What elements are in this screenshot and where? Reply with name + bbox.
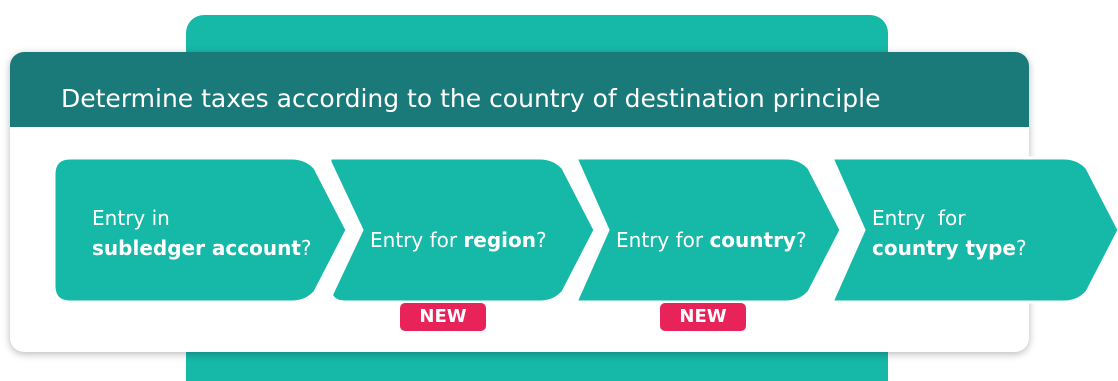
step-label-country: Entry for country? bbox=[616, 228, 807, 252]
step-keyword: region bbox=[463, 228, 537, 252]
step-label-region: Entry for region? bbox=[370, 228, 547, 252]
step-keyword: country type bbox=[872, 236, 1016, 260]
step-label-subledger-account: Entry in subledger account? bbox=[92, 206, 312, 260]
new-badge-country: NEW bbox=[660, 303, 746, 331]
step-keyword: country bbox=[709, 228, 796, 252]
process-steps bbox=[52, 156, 1118, 304]
step-label-country-type: Entry for country type? bbox=[872, 206, 1027, 260]
step-keyword: subledger account bbox=[92, 236, 301, 260]
new-badge-region: NEW bbox=[400, 303, 486, 331]
